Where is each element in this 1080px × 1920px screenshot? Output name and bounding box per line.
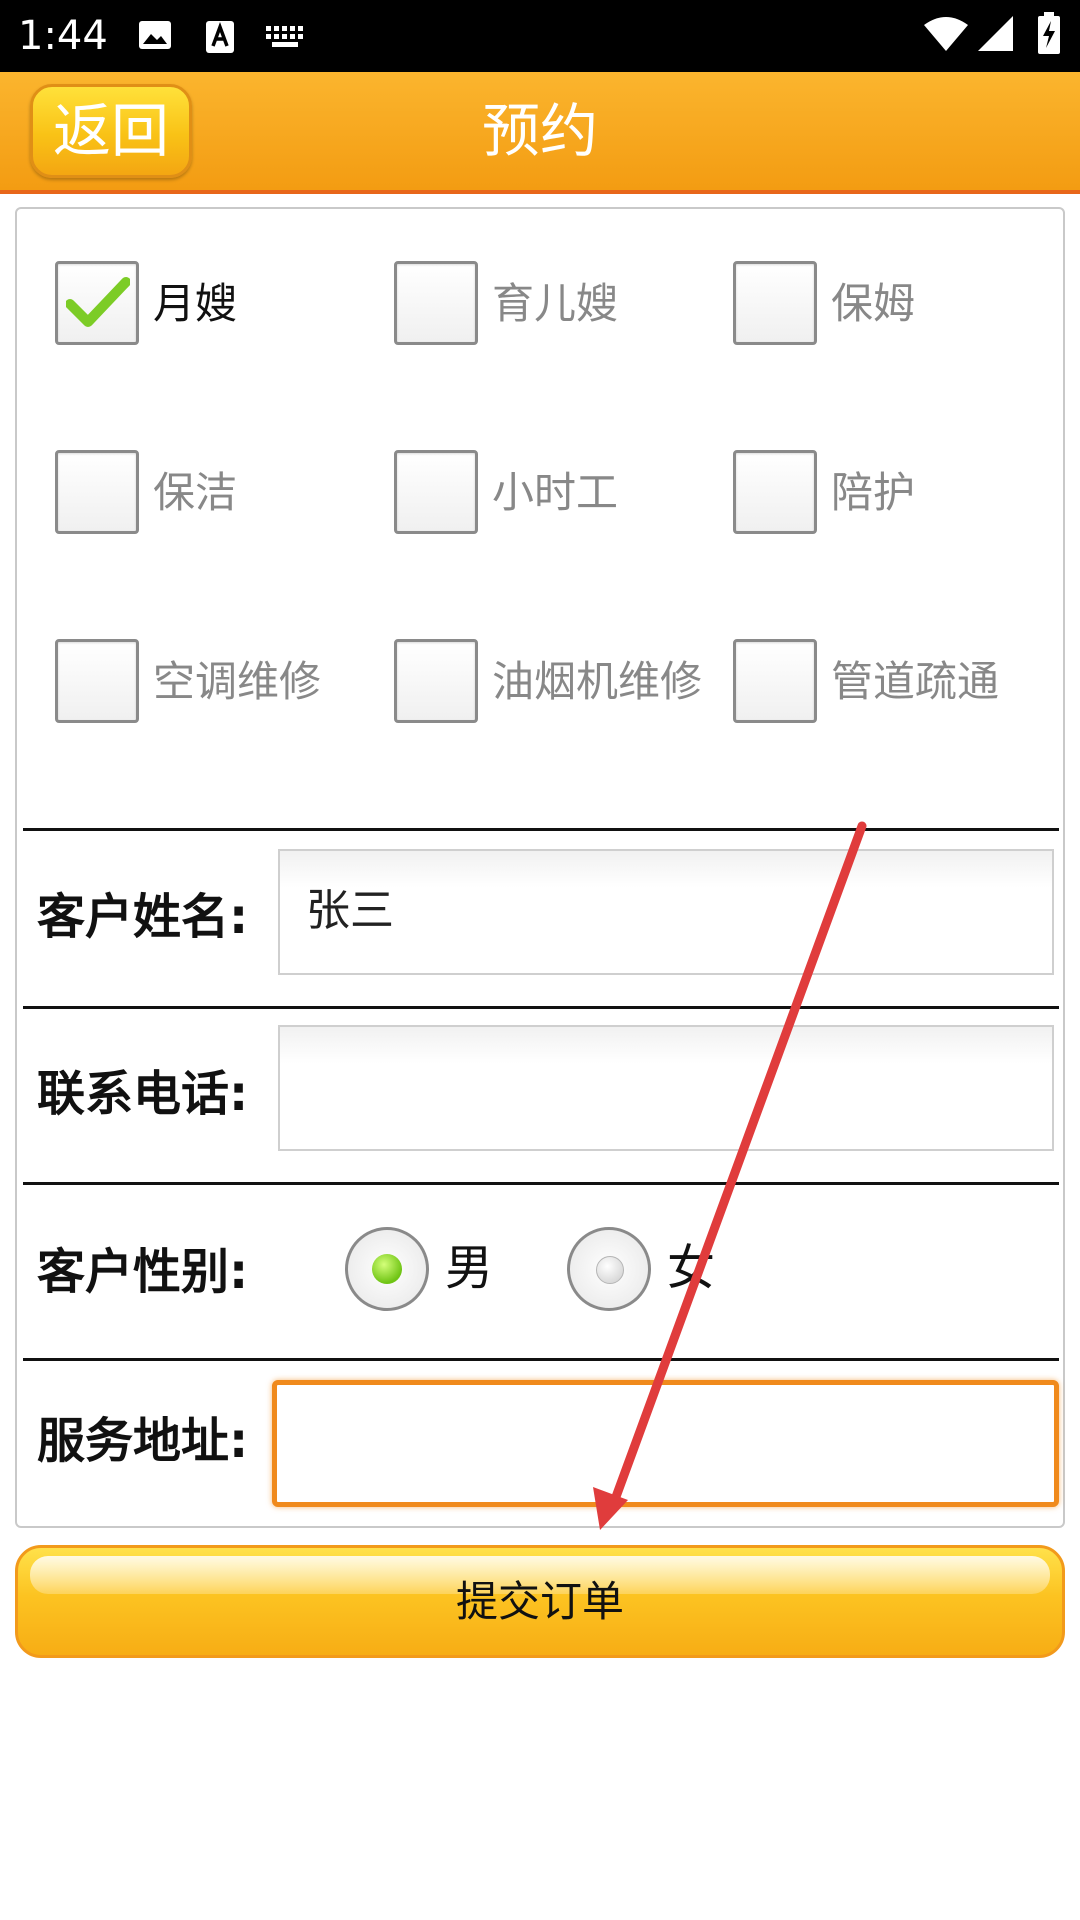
service-checkbox-item[interactable]: 空调维修	[55, 639, 385, 725]
service-label: 月嫂	[153, 279, 238, 328]
divider	[23, 1182, 1059, 1185]
gender-radio-male[interactable]	[345, 1227, 429, 1311]
customer-name-input[interactable]: 张三	[278, 849, 1054, 975]
service-checkbox-item[interactable]: 保姆	[733, 261, 1063, 347]
phone-label: 联系电话:	[37, 1066, 249, 1122]
service-checkbox-item[interactable]: 陪护	[733, 450, 1063, 536]
header-bar: 返回 预约	[0, 72, 1080, 194]
checkbox[interactable]	[394, 450, 478, 534]
service-label: 油烟机维修	[492, 657, 703, 706]
gender-radio-female[interactable]	[567, 1227, 651, 1311]
wifi-icon	[924, 16, 968, 56]
address-input[interactable]	[272, 1380, 1059, 1507]
booking-form-panel: 月嫂 育儿嫂 保姆保洁 小时工 陪护空调维修 油烟机维修 管道疏通 客户姓名: 张三 联系电…	[15, 207, 1065, 1528]
service-checkbox-item[interactable]: 小时工	[394, 450, 724, 536]
service-checkbox-item[interactable]: 育儿嫂	[394, 261, 724, 347]
divider	[23, 828, 1059, 831]
checkmark-icon	[66, 277, 130, 327]
checkbox[interactable]	[733, 261, 817, 345]
checkbox[interactable]	[55, 450, 139, 534]
checkbox[interactable]	[394, 639, 478, 723]
gender-label: 客户性别:	[37, 1244, 249, 1300]
service-label: 保洁	[153, 468, 238, 517]
service-label: 小时工	[492, 468, 619, 517]
signal-icon	[978, 16, 1014, 56]
status-bar: 1:44	[0, 0, 1080, 72]
text-a-icon	[205, 20, 235, 58]
keyboard-icon	[266, 26, 304, 52]
service-checkbox-item[interactable]: 油烟机维修	[394, 639, 724, 725]
service-checkbox-item[interactable]: 月嫂	[55, 261, 385, 347]
checkbox[interactable]	[55, 261, 139, 345]
divider	[23, 1358, 1059, 1361]
checkbox[interactable]	[394, 261, 478, 345]
address-label: 服务地址:	[37, 1413, 249, 1469]
service-label: 育儿嫂	[492, 279, 619, 328]
service-label: 管道疏通	[831, 657, 1000, 706]
service-checkbox-item[interactable]: 管道疏通	[733, 639, 1063, 725]
gender-male-label[interactable]: 男	[445, 1225, 493, 1311]
checkbox[interactable]	[733, 639, 817, 723]
service-label: 空调维修	[153, 657, 322, 706]
service-checkbox-item[interactable]: 保洁	[55, 450, 385, 536]
checkbox[interactable]	[733, 450, 817, 534]
customer-name-label: 客户姓名:	[37, 889, 249, 945]
back-button[interactable]: 返回	[30, 84, 192, 178]
image-icon	[138, 20, 172, 54]
gender-female-label[interactable]: 女	[667, 1225, 715, 1311]
phone-input[interactable]	[278, 1025, 1054, 1151]
submit-order-label: 提交订单	[455, 1577, 624, 1626]
divider	[23, 1006, 1059, 1009]
battery-charging-icon	[1038, 12, 1060, 58]
radio-unselected-dot	[596, 1256, 624, 1284]
status-time: 1:44	[18, 13, 108, 59]
service-label: 保姆	[831, 279, 916, 328]
checkbox[interactable]	[55, 639, 139, 723]
radio-selected-dot	[372, 1254, 402, 1284]
service-label: 陪护	[831, 468, 916, 517]
submit-order-button[interactable]: 提交订单	[15, 1545, 1065, 1658]
